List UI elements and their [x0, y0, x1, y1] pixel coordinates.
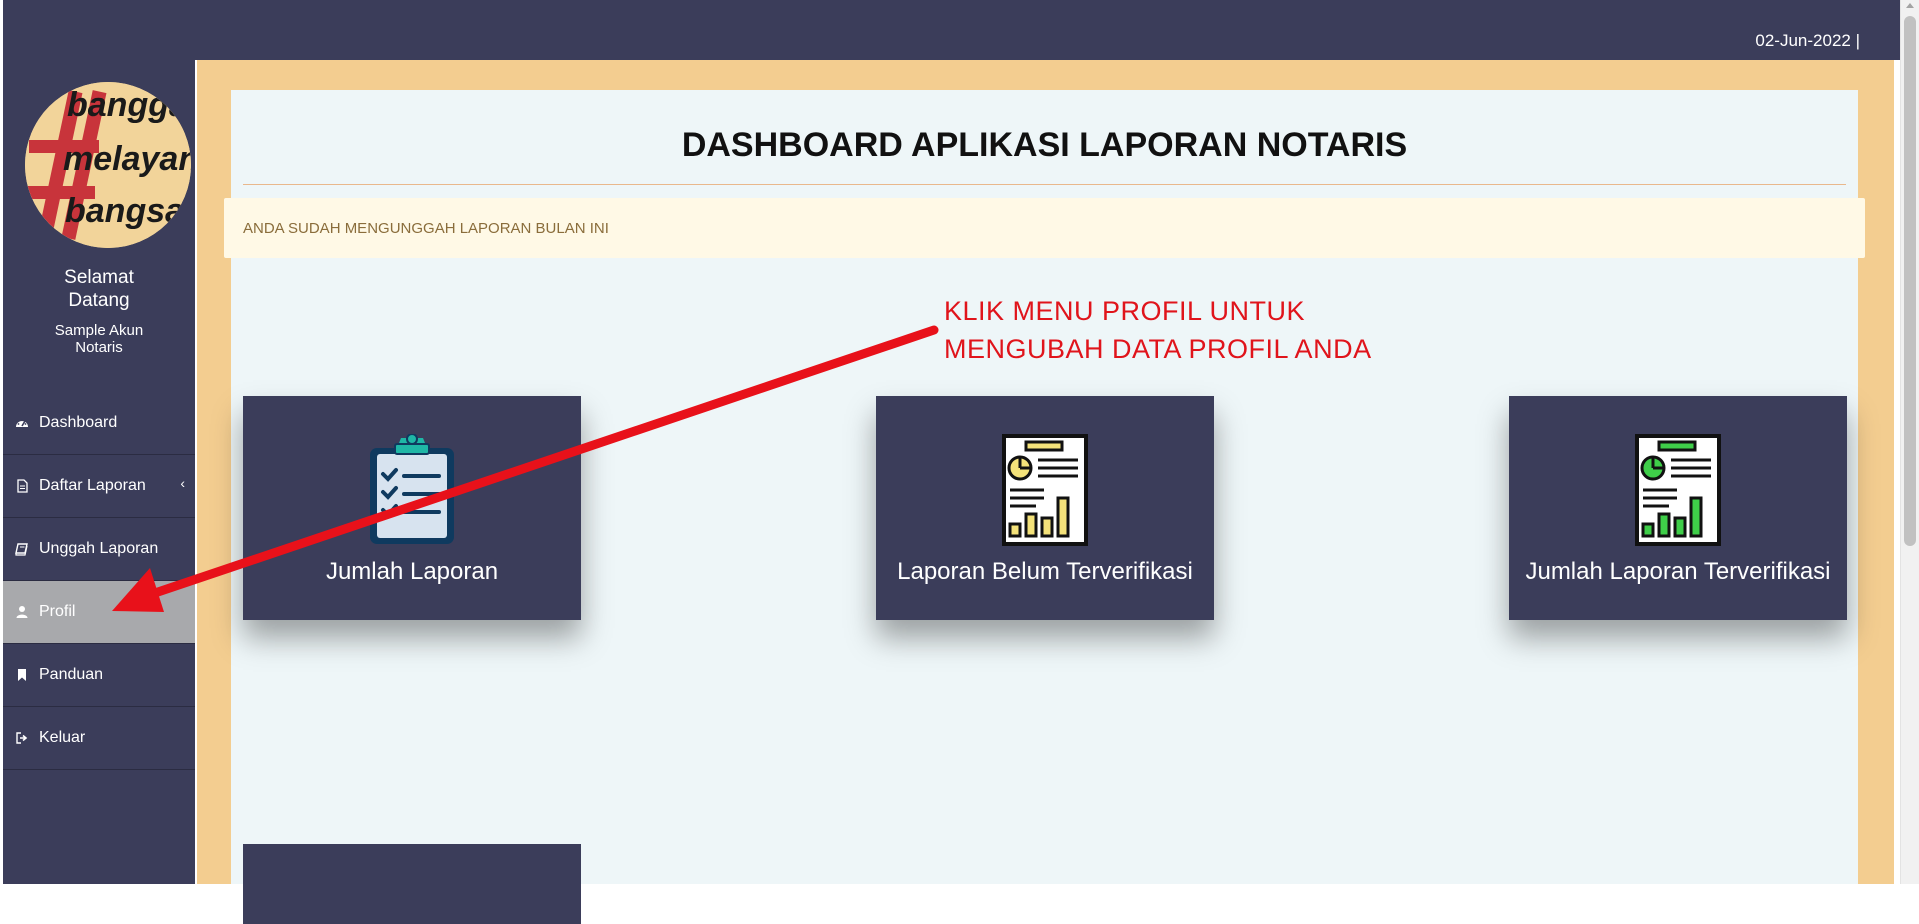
page-scrollbar[interactable] [1900, 0, 1919, 884]
svg-text:melayani: melayani [63, 140, 191, 178]
sidebar-item-label: Daftar Laporan [39, 477, 146, 494]
dashboard-icon [15, 416, 29, 430]
main-content: DASHBOARD APLIKASI LAPORAN NOTARIS ANDA … [197, 60, 1894, 924]
report-chart-yellow-icon [1000, 434, 1090, 546]
sidebar-item-unggah-laporan[interactable]: Unggah Laporan [3, 518, 195, 581]
bookmark-icon [15, 668, 29, 682]
sidebar-item-label: Unggah Laporan [39, 540, 159, 557]
sidebar-menu: Dashboard Daftar Laporan ‹ Unggah Lapora… [3, 392, 195, 770]
sidebar-item-dashboard[interactable]: Dashboard [3, 392, 195, 455]
card-partial-next-row[interactable] [243, 844, 581, 924]
report-chart-green-icon [1633, 434, 1723, 546]
bangga-melayani-bangsa-logo: bangga melayani bangsa [25, 82, 191, 248]
top-navbar: 02-Jun-2022 | [3, 0, 1900, 60]
card-label: Jumlah Laporan [325, 558, 499, 585]
book-icon [15, 542, 29, 556]
sign-out-icon [15, 731, 29, 745]
sidebar-item-keluar[interactable]: Keluar [3, 707, 195, 770]
instruction-annotation: KLIK MENU PROFIL UNTUK MENGUBAH DATA PRO… [944, 292, 1372, 368]
svg-text:bangga: bangga [67, 86, 188, 124]
annotation-line-1: KLIK MENU PROFIL UNTUK [944, 296, 1306, 326]
sidebar: bangga melayani bangsa Selamat Datang Sa… [3, 60, 195, 884]
dashboard-panel: DASHBOARD APLIKASI LAPORAN NOTARIS ANDA … [224, 90, 1865, 924]
svg-text:bangsa: bangsa [65, 192, 184, 230]
annotation-line-2: MENGUBAH DATA PROFIL ANDA [944, 334, 1372, 364]
sidebar-item-daftar-laporan[interactable]: Daftar Laporan ‹ [3, 455, 195, 518]
sidebar-item-label: Keluar [39, 729, 86, 746]
sidebar-item-label: Panduan [39, 666, 104, 683]
file-icon [15, 479, 29, 493]
welcome-text: Selamat Datang [64, 267, 134, 311]
card-laporan-belum-terverifikasi[interactable]: Laporan Belum Terverifikasi [876, 396, 1214, 620]
account-name: Sample Akun Notaris [54, 322, 144, 356]
user-icon [15, 605, 29, 619]
upload-status-alert: ANDA SUDAH MENGUNGGAH LAPORAN BULAN INI [224, 198, 1865, 258]
chevron-left-icon[interactable]: ‹ [180, 475, 185, 491]
scrollbar-thumb[interactable] [1904, 16, 1916, 546]
current-date: 02-Jun-2022 | [1755, 31, 1860, 50]
sidebar-item-profil[interactable]: Profil [3, 581, 195, 644]
card-label: Laporan Belum Terverifikasi [897, 558, 1193, 585]
card-label: Jumlah Laporan Terverifikasi [1525, 558, 1831, 585]
card-jumlah-laporan-terverifikasi[interactable]: Jumlah Laporan Terverifikasi [1509, 396, 1847, 620]
clipboard-checklist-icon [367, 434, 457, 546]
card-jumlah-laporan[interactable]: Jumlah Laporan [243, 396, 581, 620]
sidebar-item-panduan[interactable]: Panduan [3, 644, 195, 707]
title-divider [243, 184, 1846, 185]
scroll-up-arrow-icon[interactable] [1906, 3, 1914, 8]
page-title: DASHBOARD APLIKASI LAPORAN NOTARIS [681, 126, 1408, 164]
sidebar-item-label: Profil [39, 603, 76, 620]
sidebar-item-label: Dashboard [39, 414, 118, 431]
